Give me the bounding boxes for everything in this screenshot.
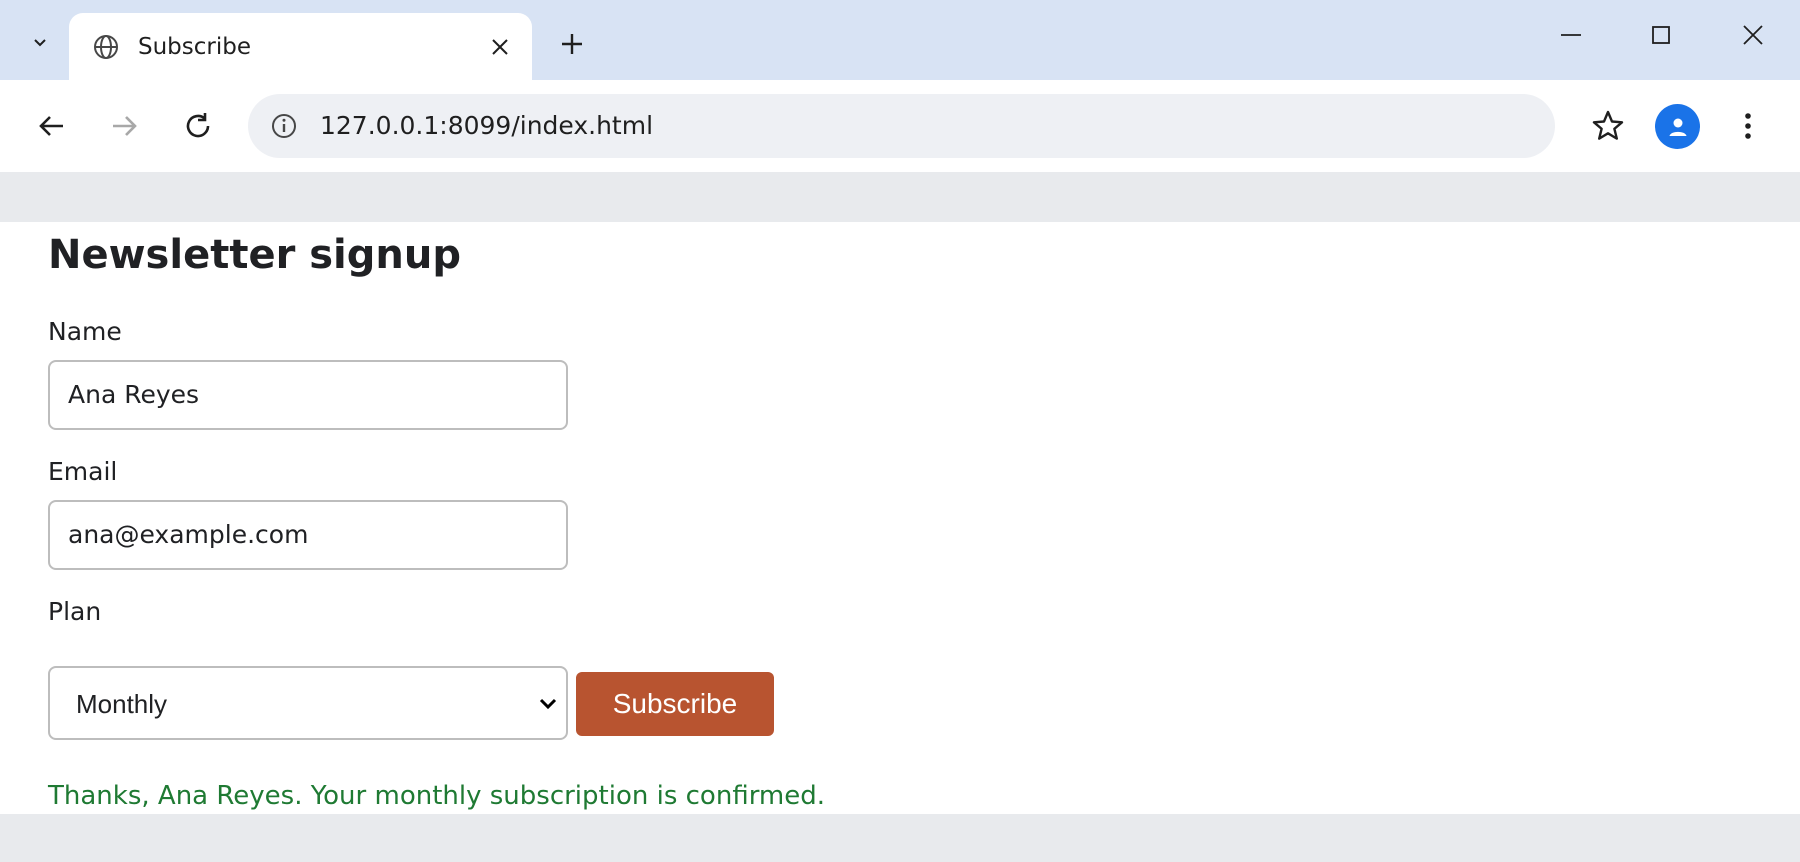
email-input[interactable]: ana@example.com — [48, 500, 568, 570]
globe-icon — [93, 34, 119, 60]
new-tab-icon[interactable] — [556, 28, 588, 60]
browser-toolbar: 127.0.0.1:8099/index.html — [0, 80, 1800, 172]
name-label: Name — [48, 317, 122, 346]
tab-subscribe[interactable]: Subscribe — [69, 13, 532, 80]
minimize-icon[interactable] — [1558, 22, 1584, 48]
bookmark-star-icon[interactable] — [1588, 106, 1628, 146]
site-info-icon[interactable] — [270, 112, 298, 140]
close-tab-icon[interactable] — [488, 35, 512, 59]
subscribe-button[interactable]: Subscribe — [576, 672, 774, 736]
menu-kebab-icon[interactable] — [1730, 106, 1766, 146]
plan-select[interactable]: Monthly — [48, 666, 568, 740]
chevron-down-icon — [538, 694, 558, 714]
plan-selected-value: Monthly — [76, 689, 168, 719]
tab-title: Subscribe — [138, 34, 252, 60]
email-label: Email — [48, 457, 118, 486]
confirmation-message: Thanks, Ana Reyes. Your monthly subscrip… — [48, 781, 826, 811]
forward-arrow-icon[interactable] — [104, 106, 144, 146]
page-bottom-band — [0, 814, 1800, 862]
reload-icon[interactable] — [178, 106, 218, 146]
tab-strip: Subscribe — [0, 0, 1800, 80]
address-bar[interactable]: 127.0.0.1:8099/index.html — [248, 94, 1555, 158]
url-text[interactable]: 127.0.0.1:8099/index.html — [320, 111, 653, 141]
maximize-icon[interactable] — [1648, 22, 1674, 48]
page-title: Newsletter signup — [48, 232, 461, 278]
page-content: Newsletter signup Name Ana Reyes Email a… — [0, 222, 1800, 814]
profile-avatar-icon[interactable] — [1655, 104, 1700, 149]
name-input[interactable]: Ana Reyes — [48, 360, 568, 430]
tab-search-chevron-icon[interactable] — [22, 24, 58, 60]
window-close-icon[interactable] — [1740, 22, 1766, 48]
back-arrow-icon[interactable] — [32, 106, 72, 146]
plan-label: Plan — [48, 597, 102, 626]
page-top-band — [0, 172, 1800, 222]
